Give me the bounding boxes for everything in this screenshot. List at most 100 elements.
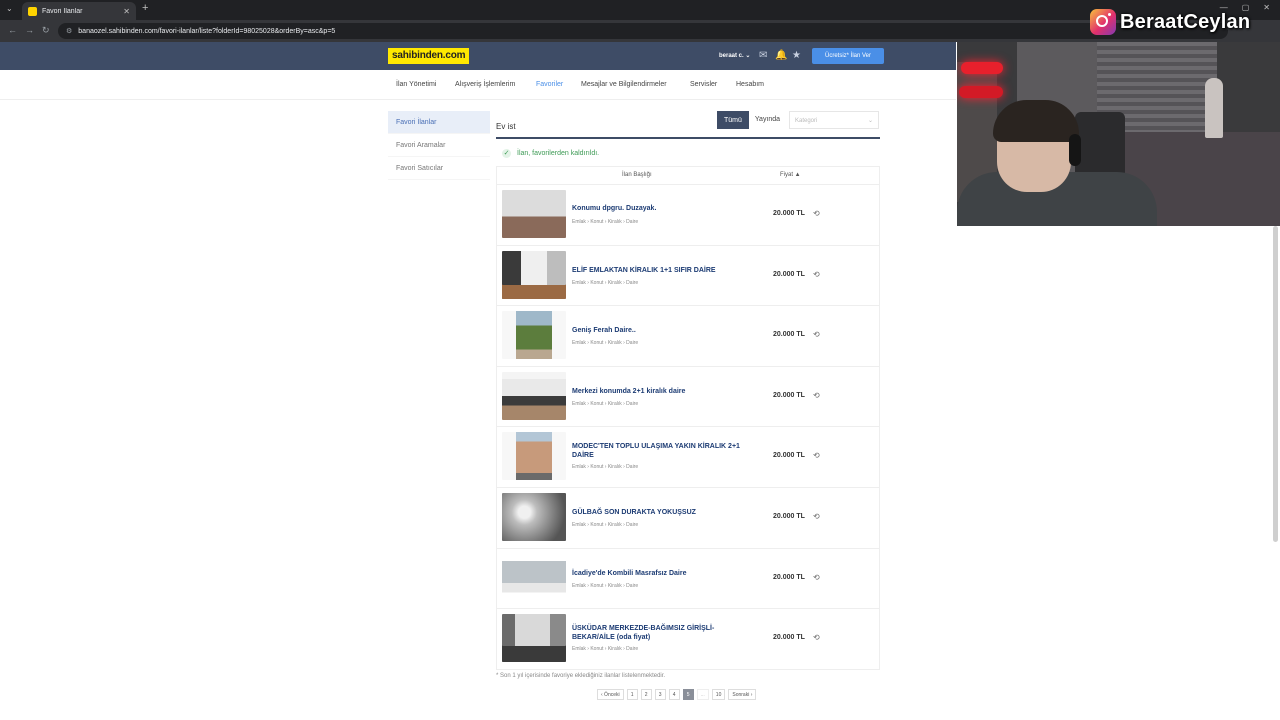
listing-thumbnail[interactable] (502, 311, 566, 360)
listing-category: Emlak › Konut › Kiralık › Daire (572, 279, 639, 286)
scrollbar[interactable] (1273, 226, 1278, 542)
sidebar-item-favori-aramalar[interactable]: Favori Aramalar (388, 134, 490, 157)
pagination-prev[interactable]: ‹ Önceki (597, 689, 624, 700)
listing-thumbnail[interactable] (502, 553, 566, 602)
bell-icon[interactable]: 🔔 (775, 50, 787, 61)
table-row[interactable]: GÜLBAĞ SON DURAKTA YOKUŞSUZ Emlak › Konu… (497, 488, 879, 549)
table-row[interactable]: ÜSKÜDAR MERKEZDE-BAĞIMSIZ GİRİŞLİ-BEKAR/… (497, 609, 879, 670)
instagram-icon (1090, 9, 1116, 35)
site-info-icon[interactable]: ⚙ (66, 27, 72, 35)
listing-title[interactable]: Merkezi konumda 2+1 kiralık daire (572, 387, 744, 396)
table-row[interactable]: MODEC'TEN TOPLU ULAŞIMA YAKIN KİRALIK 2+… (497, 427, 879, 488)
listing-title[interactable]: ÜSKÜDAR MERKEZDE-BAĞIMSIZ GİRİŞLİ-BEKAR/… (572, 624, 744, 642)
pagination: ‹ Önceki 1 2 3 4 5 ... 10 Sonraki › (597, 689, 757, 700)
page-margin (956, 226, 1280, 720)
price-history-icon[interactable]: ⟲ (813, 512, 820, 521)
listing-thumbnail[interactable] (502, 492, 566, 541)
account-nav: İlan Yönetimi Alışveriş İşlemlerim Favor… (0, 70, 956, 100)
listing-title[interactable]: MODEC'TEN TOPLU ULAŞIMA YAKIN KİRALIK 2+… (572, 442, 744, 460)
nav-servisler[interactable]: Servisler (690, 81, 717, 88)
filter-live-button[interactable]: Yayında (748, 111, 787, 129)
listing-title[interactable]: ELİF EMLAKTAN KİRALIK 1+1 SIFIR DAİRE (572, 266, 744, 275)
column-price-header[interactable]: Fiyat ▲ (780, 172, 801, 178)
favorites-sidebar: Favori İlanlar Favori Aramalar Favori Sa… (388, 111, 490, 180)
post-ad-button[interactable]: Ücretsiz* İlan Ver (812, 48, 884, 64)
address-bar: ← → ↻ ⚙ banaozel.sahibinden.com/favori-i… (0, 20, 1280, 42)
filter-all-button[interactable]: Tümü (717, 111, 749, 129)
status-filter: Tümü Yayında (717, 111, 787, 129)
price-history-icon[interactable]: ⟲ (813, 391, 820, 400)
pagination-page[interactable]: 10 (711, 689, 726, 700)
brand-name: BeraatCeylan (1120, 10, 1251, 33)
listing-category: Emlak › Konut › Kiralık › Daire (572, 400, 639, 407)
listing-thumbnail[interactable] (502, 614, 566, 663)
listing-price: 20.000 TL (773, 573, 805, 581)
price-history-icon[interactable]: ⟲ (813, 209, 820, 218)
category-select[interactable]: Kategori ⌄ (789, 111, 879, 129)
url-field[interactable]: ⚙ banaozel.sahibinden.com/favori-ilanlar… (58, 23, 1228, 39)
footnote: * Son 1 yıl içerisinde favoriye eklediği… (496, 673, 666, 679)
pagination-page[interactable]: 3 (654, 689, 666, 700)
close-icon[interactable]: ✕ (123, 7, 130, 16)
nav-favoriler[interactable]: Favoriler (536, 81, 563, 88)
nav-hesabim[interactable]: Hesabım (736, 81, 764, 88)
listing-price: 20.000 TL (773, 634, 805, 642)
pagination-page[interactable]: 2 (640, 689, 652, 700)
sidebar-item-favori-saticilar[interactable]: Favori Satıcılar (388, 157, 490, 180)
folder-title: Ev ist (496, 122, 516, 131)
listing-thumbnail[interactable] (502, 250, 566, 299)
listing-category: Emlak › Konut › Kiralık › Daire (572, 340, 639, 347)
user-menu[interactable]: beraat c. ⌄ (719, 52, 750, 59)
nav-ilan-yonetimi[interactable]: İlan Yönetimi (396, 81, 436, 88)
listing-title[interactable]: Konumu dpgru. Duzayak. (572, 204, 744, 213)
window-close-icon[interactable]: ✕ (1263, 3, 1270, 12)
listing-title[interactable]: Geniş Ferah Daire.. (572, 326, 744, 335)
browser-tab-bar: ⌄ Favori İlanlar ✕ + — ▢ ✕ (0, 0, 1280, 20)
table-row[interactable]: Merkezi konumda 2+1 kiralık daire Emlak … (497, 367, 879, 428)
table-row[interactable]: Geniş Ferah Daire.. Emlak › Konut › Kira… (497, 306, 879, 367)
new-tab-icon[interactable]: + (142, 2, 148, 14)
title-divider (496, 137, 880, 139)
listing-price: 20.000 TL (773, 270, 805, 278)
notice-text: İlan, favorilerden kaldırıldı. (517, 150, 600, 157)
user-name: beraat c. (719, 53, 744, 59)
streamer-brand: BeraatCeylan (1090, 9, 1250, 35)
price-history-icon[interactable]: ⟲ (813, 330, 820, 339)
category-placeholder: Kategori (795, 118, 818, 124)
nav-mesajlar[interactable]: Mesajlar ve Bilgilendirmeler (581, 81, 667, 88)
sidebar-item-favori-ilanlar[interactable]: Favori İlanlar (388, 111, 490, 134)
table-row[interactable]: Konumu dpgru. Duzayak. Emlak › Konut › K… (497, 185, 879, 246)
listing-thumbnail[interactable] (502, 190, 566, 238)
listing-thumbnail[interactable] (502, 371, 566, 420)
nav-alisveris[interactable]: Alışveriş İşlemlerim (455, 81, 515, 88)
listing-price: 20.000 TL (773, 512, 805, 520)
listing-price: 20.000 TL (773, 210, 805, 217)
table-row[interactable]: İcadiye'de Kombili Masrafsız Daire Emlak… (497, 549, 879, 610)
listing-category: Emlak › Konut › Kiralık › Daire (572, 464, 639, 471)
site-logo[interactable]: sahibinden.com (388, 48, 470, 64)
check-icon: ✓ (502, 149, 511, 158)
forward-icon[interactable]: → (25, 25, 34, 35)
listing-thumbnail[interactable] (502, 432, 566, 481)
url-text: banaozel.sahibinden.com/favori-ilanlar/l… (78, 27, 336, 35)
tab-list-icon[interactable]: ⌄ (6, 4, 13, 13)
listing-category: Emlak › Konut › Kiralık › Daire (572, 646, 639, 653)
pagination-current-page[interactable]: 5 (682, 689, 694, 700)
pagination-next[interactable]: Sonraki › (728, 689, 757, 700)
price-history-icon[interactable]: ⟲ (813, 270, 820, 279)
browser-tab[interactable]: Favori İlanlar ✕ (22, 2, 136, 20)
price-history-icon[interactable]: ⟲ (813, 573, 820, 582)
pagination-page[interactable]: 4 (668, 689, 680, 700)
price-history-icon[interactable]: ⟲ (813, 633, 820, 642)
back-icon[interactable]: ← (8, 25, 17, 35)
listing-title[interactable]: İcadiye'de Kombili Masrafsız Daire (572, 569, 744, 578)
listing-price: 20.000 TL (773, 391, 805, 399)
mail-icon[interactable]: ✉ (759, 50, 767, 61)
listing-title[interactable]: GÜLBAĞ SON DURAKTA YOKUŞSUZ (572, 508, 744, 517)
chevron-down-icon: ⌄ (867, 118, 873, 124)
table-row[interactable]: ELİF EMLAKTAN KİRALIK 1+1 SIFIR DAİRE Em… (497, 246, 879, 307)
price-history-icon[interactable]: ⟲ (813, 451, 820, 460)
pagination-page[interactable]: 1 (626, 689, 638, 700)
star-icon[interactable]: ★ (792, 50, 801, 61)
reload-icon[interactable]: ↻ (42, 25, 50, 36)
